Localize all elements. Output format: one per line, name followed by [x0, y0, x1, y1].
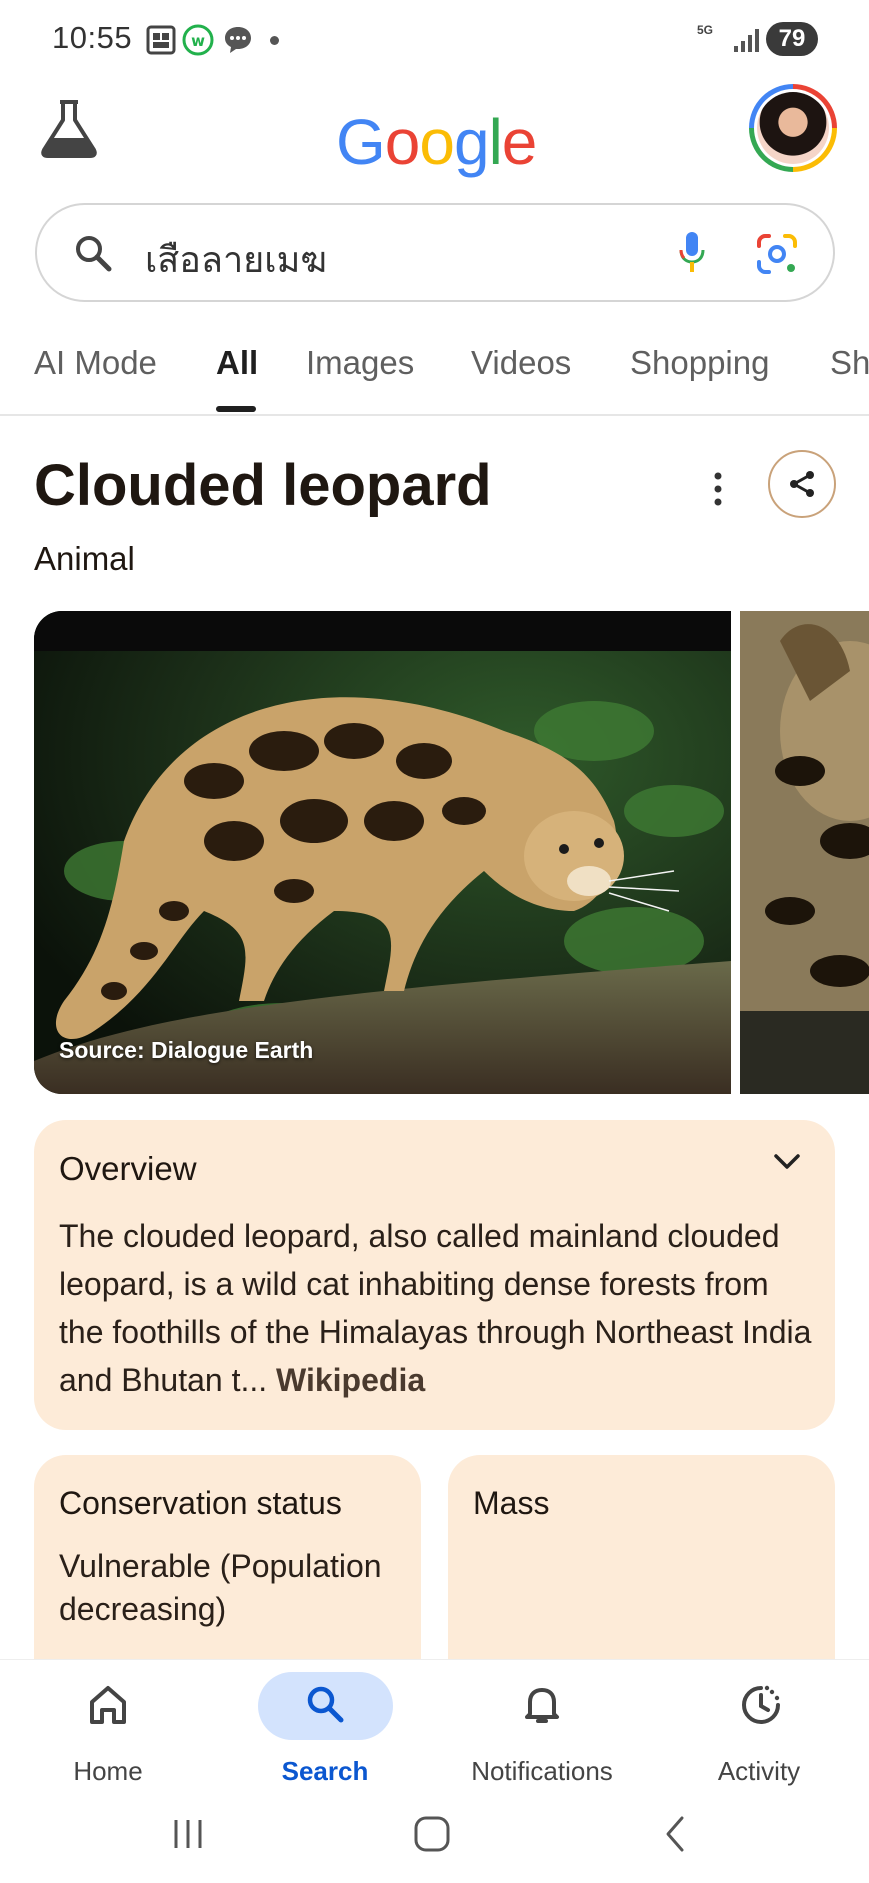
battery-indicator: 79 [766, 22, 818, 56]
search-bar[interactable]: เสือลายเมฆ [35, 203, 835, 302]
home-system-icon[interactable] [412, 1814, 452, 1859]
nav-label: Search [281, 1756, 369, 1786]
calendar-notification-icon [145, 24, 177, 56]
logo-letter: G [336, 106, 386, 178]
overview-card[interactable]: Overview The clouded leopard, also calle… [34, 1120, 835, 1430]
more-options-icon[interactable] [704, 468, 732, 510]
search-tabs: AI Mode All Images Videos Shopping Sh [0, 330, 869, 416]
logo-letter: o [419, 106, 455, 178]
nav-label: Home [73, 1756, 143, 1786]
system-navigation-bar [0, 1790, 869, 1883]
microphone-icon[interactable] [677, 230, 707, 276]
overview-title: Overview [59, 1150, 197, 1187]
google-logo[interactable]: Google [336, 105, 538, 179]
logo-letter: e [501, 106, 538, 178]
image-source-caption: Source: Dialogue Earth [59, 1037, 314, 1063]
recent-apps-icon[interactable] [170, 1814, 206, 1859]
bell-icon [522, 1682, 562, 1728]
search-results-page: 10:55 w 5G 79 Google เสือลายเมฆ AI Mode … [0, 0, 869, 1883]
active-tab-indicator [216, 406, 256, 412]
tab-videos[interactable]: Videos [471, 344, 571, 382]
google-lens-icon[interactable] [755, 232, 799, 276]
tab-ai-mode[interactable]: AI Mode [34, 344, 157, 382]
status-time: 10:55 [52, 20, 133, 55]
logo-letter: o [384, 106, 421, 178]
bottom-navigation: Home Search Notifications Activity [0, 1660, 869, 1790]
entity-title: Clouded leopard [34, 453, 492, 518]
account-avatar[interactable] [749, 84, 837, 172]
clouded-leopard-photo [34, 611, 731, 1094]
nav-notifications[interactable]: Notifications [462, 1668, 622, 1788]
entity-image-secondary[interactable] [740, 611, 869, 1094]
search-query-input[interactable]: เสือลายเมฆ [145, 231, 327, 288]
share-button[interactable] [768, 450, 836, 518]
share-icon [790, 471, 814, 497]
tab-all[interactable]: All [216, 344, 258, 382]
nav-activity[interactable]: Activity [679, 1668, 839, 1788]
back-icon[interactable] [660, 1814, 690, 1859]
overview-ellipsis: ... [240, 1362, 268, 1398]
tab-more-partial[interactable]: Sh [830, 344, 869, 382]
nav-home[interactable]: Home [28, 1668, 188, 1788]
overview-description: The clouded leopard, also called mainlan… [59, 1212, 819, 1404]
logo-letter: g [453, 106, 490, 178]
avatar-frame [754, 89, 832, 167]
card-value: Vulnerable (Population decreasing) [59, 1548, 382, 1627]
status-bar: 10:55 w 5G 79 [0, 0, 869, 80]
entity-image-main[interactable]: Source: Dialogue Earth [34, 611, 731, 1094]
network-type: 5G [697, 23, 714, 37]
avatar-photo [757, 92, 829, 164]
message-notification-icon [222, 24, 254, 56]
svg-text:w: w [191, 32, 205, 50]
activity-icon [739, 1682, 780, 1728]
card-title: Mass [473, 1485, 550, 1521]
overview-text: The clouded leopard, also called mainlan… [59, 1218, 812, 1398]
home-icon [88, 1682, 128, 1728]
wikipedia-source-link[interactable]: Wikipedia [276, 1362, 425, 1398]
nav-search[interactable]: Search [245, 1668, 405, 1788]
logo-letter: l [488, 106, 503, 178]
tab-shopping[interactable]: Shopping [630, 344, 769, 382]
more-notifications-dot [270, 36, 279, 45]
chat-notification-icon: w [182, 24, 214, 56]
search-icon [73, 233, 113, 273]
chevron-down-icon[interactable] [772, 1150, 802, 1174]
card-title: Conservation status [59, 1485, 342, 1521]
search-icon [305, 1682, 345, 1728]
nav-label: Notifications [471, 1756, 613, 1786]
signal-icon [730, 24, 762, 56]
entity-subtitle: Animal [34, 540, 135, 577]
nav-label: Activity [717, 1756, 801, 1786]
tab-images[interactable]: Images [306, 344, 414, 382]
labs-flask-icon[interactable] [38, 98, 100, 158]
clouded-leopard-closeup-photo [740, 611, 869, 1094]
